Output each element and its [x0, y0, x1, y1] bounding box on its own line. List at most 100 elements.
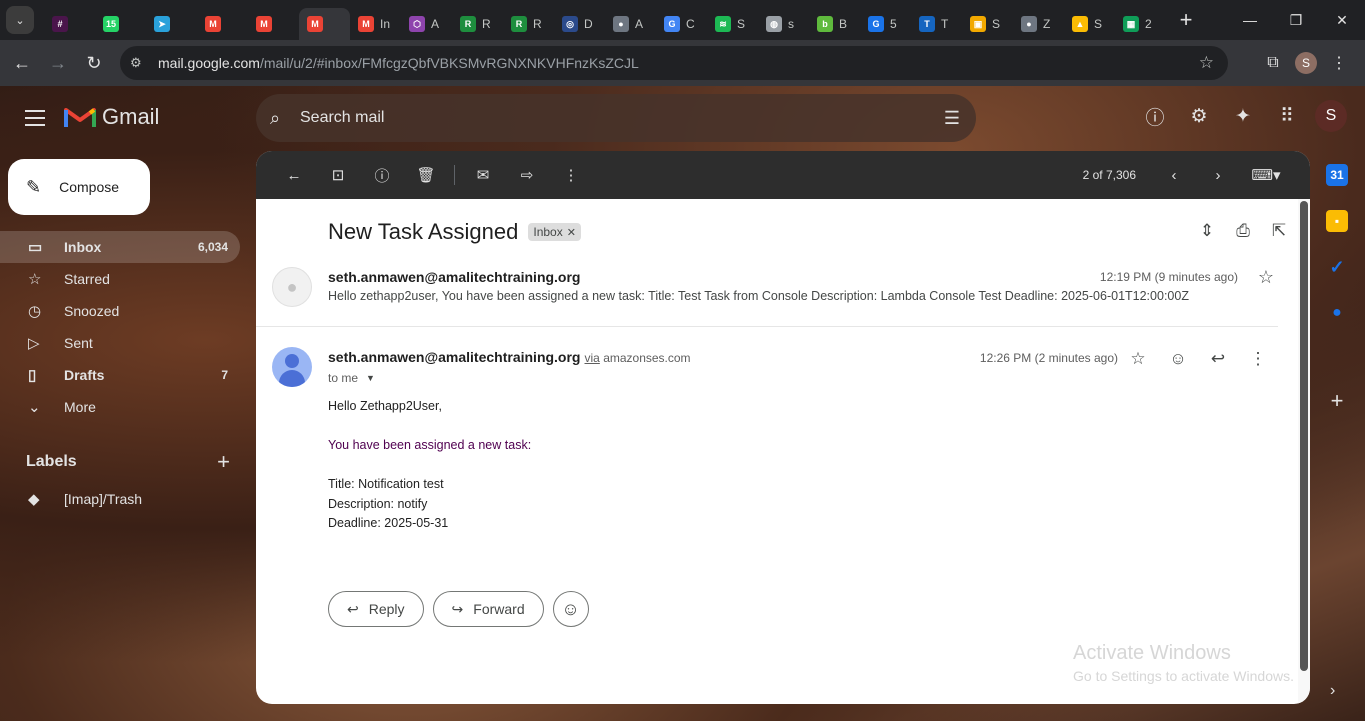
settings-gear-icon[interactable]: ⚙	[1183, 100, 1215, 132]
support-icon[interactable]: ⓘ	[1139, 100, 1171, 132]
browser-tab[interactable]: ▣ S	[962, 8, 1013, 40]
gemini-sparkle-icon[interactable]: ✦	[1227, 100, 1259, 132]
hide-side-panel-icon[interactable]: ›	[1330, 682, 1335, 700]
compose-button[interactable]: ✎ Compose	[8, 159, 150, 215]
report-spam-icon[interactable]: ⓘ	[360, 155, 404, 195]
search-icon[interactable]: ⌕	[270, 108, 296, 129]
sidebar-item-sent[interactable]: ▷ Sent	[0, 327, 240, 359]
older-icon[interactable]: ›	[1200, 155, 1236, 195]
box-icon: ▣	[970, 16, 986, 32]
browser-tab[interactable]: M	[197, 8, 248, 40]
expand-all-icon[interactable]: ⇕	[1196, 221, 1218, 241]
site-info-icon[interactable]: ⚙	[130, 55, 150, 71]
browser-tab[interactable]: ⬡ A	[401, 8, 452, 40]
browser-tab[interactable]: M In	[350, 8, 401, 40]
browser-tab[interactable]: G5	[860, 8, 911, 40]
minimize-button[interactable]: —	[1227, 0, 1273, 40]
mark-unread-icon[interactable]: ✉	[461, 155, 505, 195]
sidebar-item-inbox[interactable]: ▭ Inbox 6,034	[0, 231, 240, 263]
browser-tab[interactable]: ● A	[605, 8, 656, 40]
browser-tab[interactable]: #	[44, 8, 95, 40]
emoji-reaction-icon[interactable]: ☺	[1158, 345, 1198, 373]
input-tools-icon[interactable]: ⌨▾	[1244, 155, 1288, 195]
contacts-icon[interactable]: ●	[1326, 302, 1348, 324]
forward-button[interactable]: →	[40, 45, 76, 81]
browser-tab[interactable]: ▲ S	[1064, 8, 1115, 40]
star-icon[interactable]: ☆	[1118, 345, 1158, 373]
browser-tab[interactable]: ◍ s	[758, 8, 809, 40]
bookmark-star-icon[interactable]: ☆	[1199, 53, 1214, 73]
emoji-reaction-button[interactable]: ☺	[552, 591, 589, 627]
email-description-line: Description: notify	[328, 496, 428, 511]
account-avatar[interactable]: S	[1315, 100, 1347, 132]
browser-profile-avatar[interactable]: S	[1295, 52, 1317, 74]
browser-tab[interactable]: GC	[656, 8, 707, 40]
via-link[interactable]: via	[585, 351, 600, 365]
browser-tab[interactable]: ≋ S	[707, 8, 758, 40]
sheets-icon: ▦	[1123, 16, 1139, 32]
newer-icon[interactable]: ‹	[1156, 155, 1192, 195]
search-options-icon[interactable]: ☰	[944, 108, 960, 129]
address-bar[interactable]: ⚙ mail.google.com/mail/u/2/#inbox/FMfcgz…	[120, 46, 1228, 80]
tab-title: S	[737, 17, 746, 31]
keep-icon[interactable]: ▪	[1326, 210, 1348, 232]
reply-button[interactable]: ↩ Reply	[328, 591, 424, 627]
message-sender[interactable]: seth.anmawen@amalitechtraining.org	[328, 349, 581, 365]
sidebar-item-label: Starred	[64, 271, 110, 287]
more-options-icon[interactable]: ⋮	[549, 155, 593, 195]
search-input[interactable]	[300, 109, 900, 127]
sidebar-item-starred[interactable]: ☆ Starred	[0, 263, 240, 295]
delete-icon[interactable]: 🗑	[404, 155, 448, 195]
sidebar-item-snoozed[interactable]: ◷ Snoozed	[0, 295, 240, 327]
forward-button[interactable]: ↪ Forward	[432, 591, 544, 627]
browser-tab[interactable]: M	[248, 8, 299, 40]
email-intro: You have been assigned a new task:	[328, 438, 532, 452]
tasks-icon[interactable]: ✓	[1326, 256, 1348, 278]
sidebar-item-drafts[interactable]: ▯ Drafts 7	[0, 359, 240, 391]
browser-tab[interactable]: ◎ D	[554, 8, 605, 40]
back-to-inbox-icon[interactable]: ←	[272, 155, 316, 195]
browser-tab[interactable]: ➤	[146, 8, 197, 40]
extensions-icon[interactable]: ⧉	[1255, 45, 1291, 81]
chip-label: Inbox	[533, 225, 563, 239]
windows-activation-watermark: Activate Windows Go to Settings to activ…	[1073, 642, 1294, 684]
reload-button[interactable]: ↻	[76, 45, 112, 81]
back-button[interactable]: ←	[4, 45, 40, 81]
remove-label-icon[interactable]: ✕	[567, 226, 576, 239]
browser-tab[interactable]: ▦ 2	[1115, 8, 1166, 40]
apps-grid-icon[interactable]: ⠿	[1271, 100, 1303, 132]
sidebar-item-label: Sent	[64, 335, 93, 351]
maximize-button[interactable]: ❐	[1273, 0, 1319, 40]
open-new-window-icon[interactable]: ⇱	[1268, 221, 1290, 241]
move-to-icon[interactable]: ⇨	[505, 155, 549, 195]
recipient-details[interactable]: to me ▼	[328, 371, 375, 385]
browser-tab[interactable]: ● Z	[1013, 8, 1064, 40]
sidebar-item-label-trash[interactable]: ◆ [Imap]/Trash	[0, 483, 240, 515]
browser-tab[interactable]: M	[299, 8, 350, 40]
browser-toolbar: ← → ↻ ⚙ mail.google.com/mail/u/2/#inbox/…	[0, 40, 1365, 86]
new-tab-button[interactable]: +	[1172, 6, 1200, 34]
reply-icon[interactable]: ↩	[1198, 345, 1238, 373]
collapsed-message[interactable]: ● seth.anmawen@amalitechtraining.org Hel…	[256, 259, 1278, 327]
browser-tab[interactable]: bB	[809, 8, 860, 40]
reply-label: Reply	[368, 601, 405, 617]
message-more-icon[interactable]: ⋮	[1238, 345, 1278, 373]
browser-menu-icon[interactable]: ⋮	[1321, 45, 1357, 81]
print-icon[interactable]: ⎙	[1232, 221, 1254, 241]
inbox-icon: ▭	[28, 239, 43, 256]
close-window-button[interactable]: ✕	[1319, 0, 1365, 40]
tab-search-button[interactable]: ⌄	[6, 6, 34, 34]
archive-icon[interactable]: ⊡	[316, 155, 360, 195]
gmail-logo[interactable]: Gmail	[64, 104, 159, 130]
browser-tab[interactable]: 15	[95, 8, 146, 40]
add-label-icon[interactable]: +	[217, 449, 236, 475]
main-menu-icon[interactable]	[20, 106, 50, 130]
star-icon[interactable]: ☆	[1258, 267, 1274, 288]
browser-tab[interactable]: TT	[911, 8, 962, 40]
browser-tab[interactable]: RR	[503, 8, 554, 40]
calendar-icon[interactable]: 31	[1326, 164, 1348, 186]
scrollbar-thumb[interactable]	[1300, 201, 1308, 671]
get-addons-icon[interactable]: +	[1331, 388, 1344, 414]
browser-tab[interactable]: RR	[452, 8, 503, 40]
sidebar-item-more[interactable]: ⌄ More	[0, 391, 240, 423]
